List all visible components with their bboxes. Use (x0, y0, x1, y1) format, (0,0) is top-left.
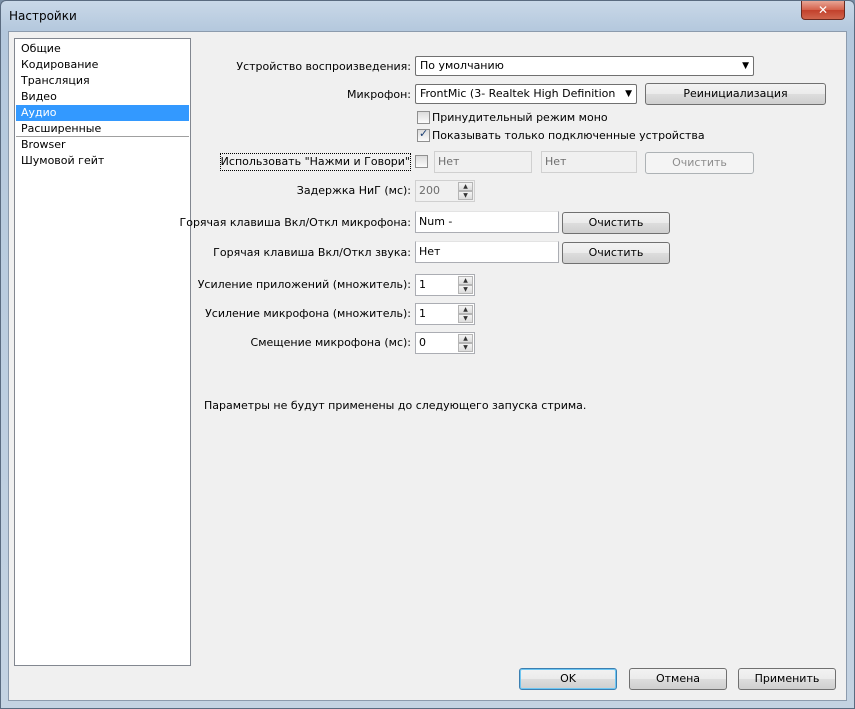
ptt-hotkey-field-2[interactable]: Нет (541, 151, 637, 173)
show-connected-checkbox[interactable] (417, 127, 430, 142)
nav-item-encoding[interactable]: Кодирование (16, 57, 189, 73)
reinitialize-button[interactable]: Реинициализация (645, 83, 826, 105)
chevron-down-icon: ▼ (742, 61, 749, 71)
ptt-delay-value: 200 (419, 184, 440, 197)
playback-device-label: Устройство воспроизведения: (236, 60, 411, 73)
dialog-client: Общие Кодирование Трансляция Видео Аудио… (8, 31, 847, 701)
sound-hotkey-field[interactable]: Нет (415, 241, 559, 263)
settings-window: Настройки ✕ Общие Кодирование Трансляция… (0, 0, 855, 709)
sound-hotkey-clear-button[interactable]: Очистить (562, 242, 670, 264)
nav-item-advanced[interactable]: Расширенные (16, 121, 189, 137)
title-bar[interactable]: Настройки ✕ (1, 1, 854, 31)
force-mono-label: Принудительный режим моно (432, 111, 608, 124)
force-mono-checkbox[interactable] (417, 111, 430, 124)
microphone-select[interactable]: FrontMic (3- Realtek High Definition Aud… (415, 84, 637, 104)
close-button[interactable]: ✕ (801, 1, 845, 20)
ptt-delay-label: Задержка НиГ (мс): (296, 184, 411, 197)
mic-boost-value: 1 (419, 307, 426, 320)
app-boost-spinner[interactable]: 1 ▲ ▼ (415, 274, 475, 296)
cancel-button[interactable]: Отмена (629, 668, 727, 690)
close-icon: ✕ (817, 3, 829, 17)
mic-offset-value: 0 (419, 336, 426, 349)
ptt-clear-button[interactable]: Очистить (645, 152, 754, 174)
microphone-value: FrontMic (3- Realtek High Definition Aud… (420, 87, 618, 100)
playback-device-value: По умолчанию (420, 59, 504, 72)
push-to-talk-checkbox[interactable] (415, 155, 428, 168)
settings-nav-list[interactable]: Общие Кодирование Трансляция Видео Аудио… (14, 38, 191, 666)
spin-up-icon[interactable]: ▲ (458, 182, 473, 191)
spin-down-icon[interactable]: ▼ (458, 314, 473, 323)
spin-up-icon[interactable]: ▲ (458, 334, 473, 343)
mic-boost-spinner[interactable]: 1 ▲ ▼ (415, 303, 475, 325)
ptt-delay-spinner[interactable]: 200 ▲ ▼ (415, 180, 475, 202)
spin-down-icon[interactable]: ▼ (458, 191, 473, 200)
mic-hotkey-field[interactable]: Num - (415, 211, 559, 233)
mic-boost-label: Усиление микрофона (множитель): (205, 307, 411, 320)
nav-item-noise-gate[interactable]: Шумовой гейт (16, 153, 189, 169)
restart-note: Параметры не будут применены до следующе… (204, 399, 587, 412)
ptt-hotkey-field-1[interactable]: Нет (434, 151, 532, 173)
mic-offset-label: Смещение микрофона (мс): (250, 336, 411, 349)
window-title: Настройки (9, 9, 77, 23)
nav-item-broadcast[interactable]: Трансляция (16, 73, 189, 89)
nav-item-audio[interactable]: Аудио (16, 105, 189, 121)
microphone-label: Микрофон: (346, 88, 411, 101)
nav-item-general[interactable]: Общие (16, 41, 189, 57)
spin-down-icon[interactable]: ▼ (458, 343, 473, 352)
playback-device-select[interactable]: По умолчанию ▼ (415, 56, 754, 76)
nav-item-video[interactable]: Видео (16, 89, 189, 105)
push-to-talk-label: Использовать "Нажми и Говори" (219, 153, 412, 171)
app-boost-value: 1 (419, 278, 426, 291)
apply-button[interactable]: Применить (738, 668, 836, 690)
spin-down-icon[interactable]: ▼ (458, 285, 473, 294)
chevron-down-icon: ▼ (625, 89, 632, 99)
spin-up-icon[interactable]: ▲ (458, 276, 473, 285)
mic-hotkey-clear-button[interactable]: Очистить (562, 212, 670, 234)
app-boost-label: Усиление приложений (множитель): (197, 278, 411, 291)
ok-button[interactable]: OK (519, 668, 617, 690)
show-connected-label: Показывать только подключенные устройств… (432, 129, 705, 142)
nav-item-browser[interactable]: Browser (16, 137, 189, 153)
mic-offset-spinner[interactable]: 0 ▲ ▼ (415, 332, 475, 354)
spin-up-icon[interactable]: ▲ (458, 305, 473, 314)
sound-hotkey-label: Горячая клавиша Вкл/Откл звука: (213, 246, 411, 259)
mic-hotkey-label: Горячая клавиша Вкл/Откл микрофона: (179, 216, 411, 229)
